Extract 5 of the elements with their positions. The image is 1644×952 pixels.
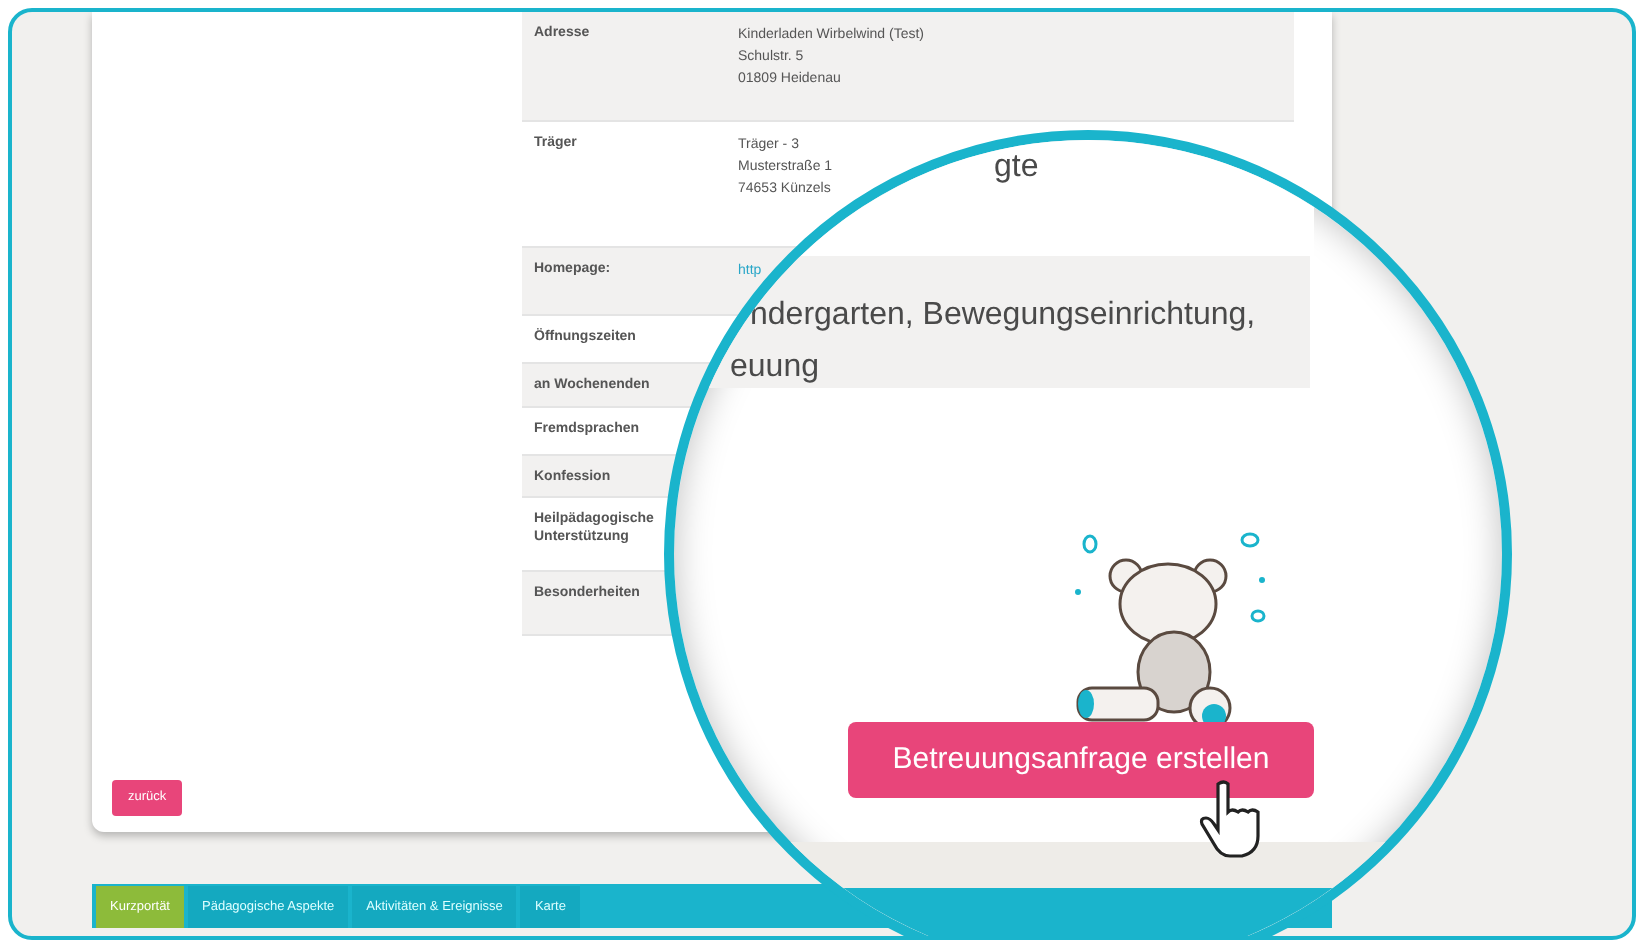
- magnified-text: ndergarten, Bewegungseinrichtung,: [750, 296, 1256, 336]
- magnified-text: gte: [994, 148, 1039, 188]
- magnified-text: euung: [730, 348, 819, 388]
- request-button[interactable]: Betreuungsanfrage erstellen: [848, 722, 1314, 798]
- hand-cursor-icon: [1198, 780, 1266, 860]
